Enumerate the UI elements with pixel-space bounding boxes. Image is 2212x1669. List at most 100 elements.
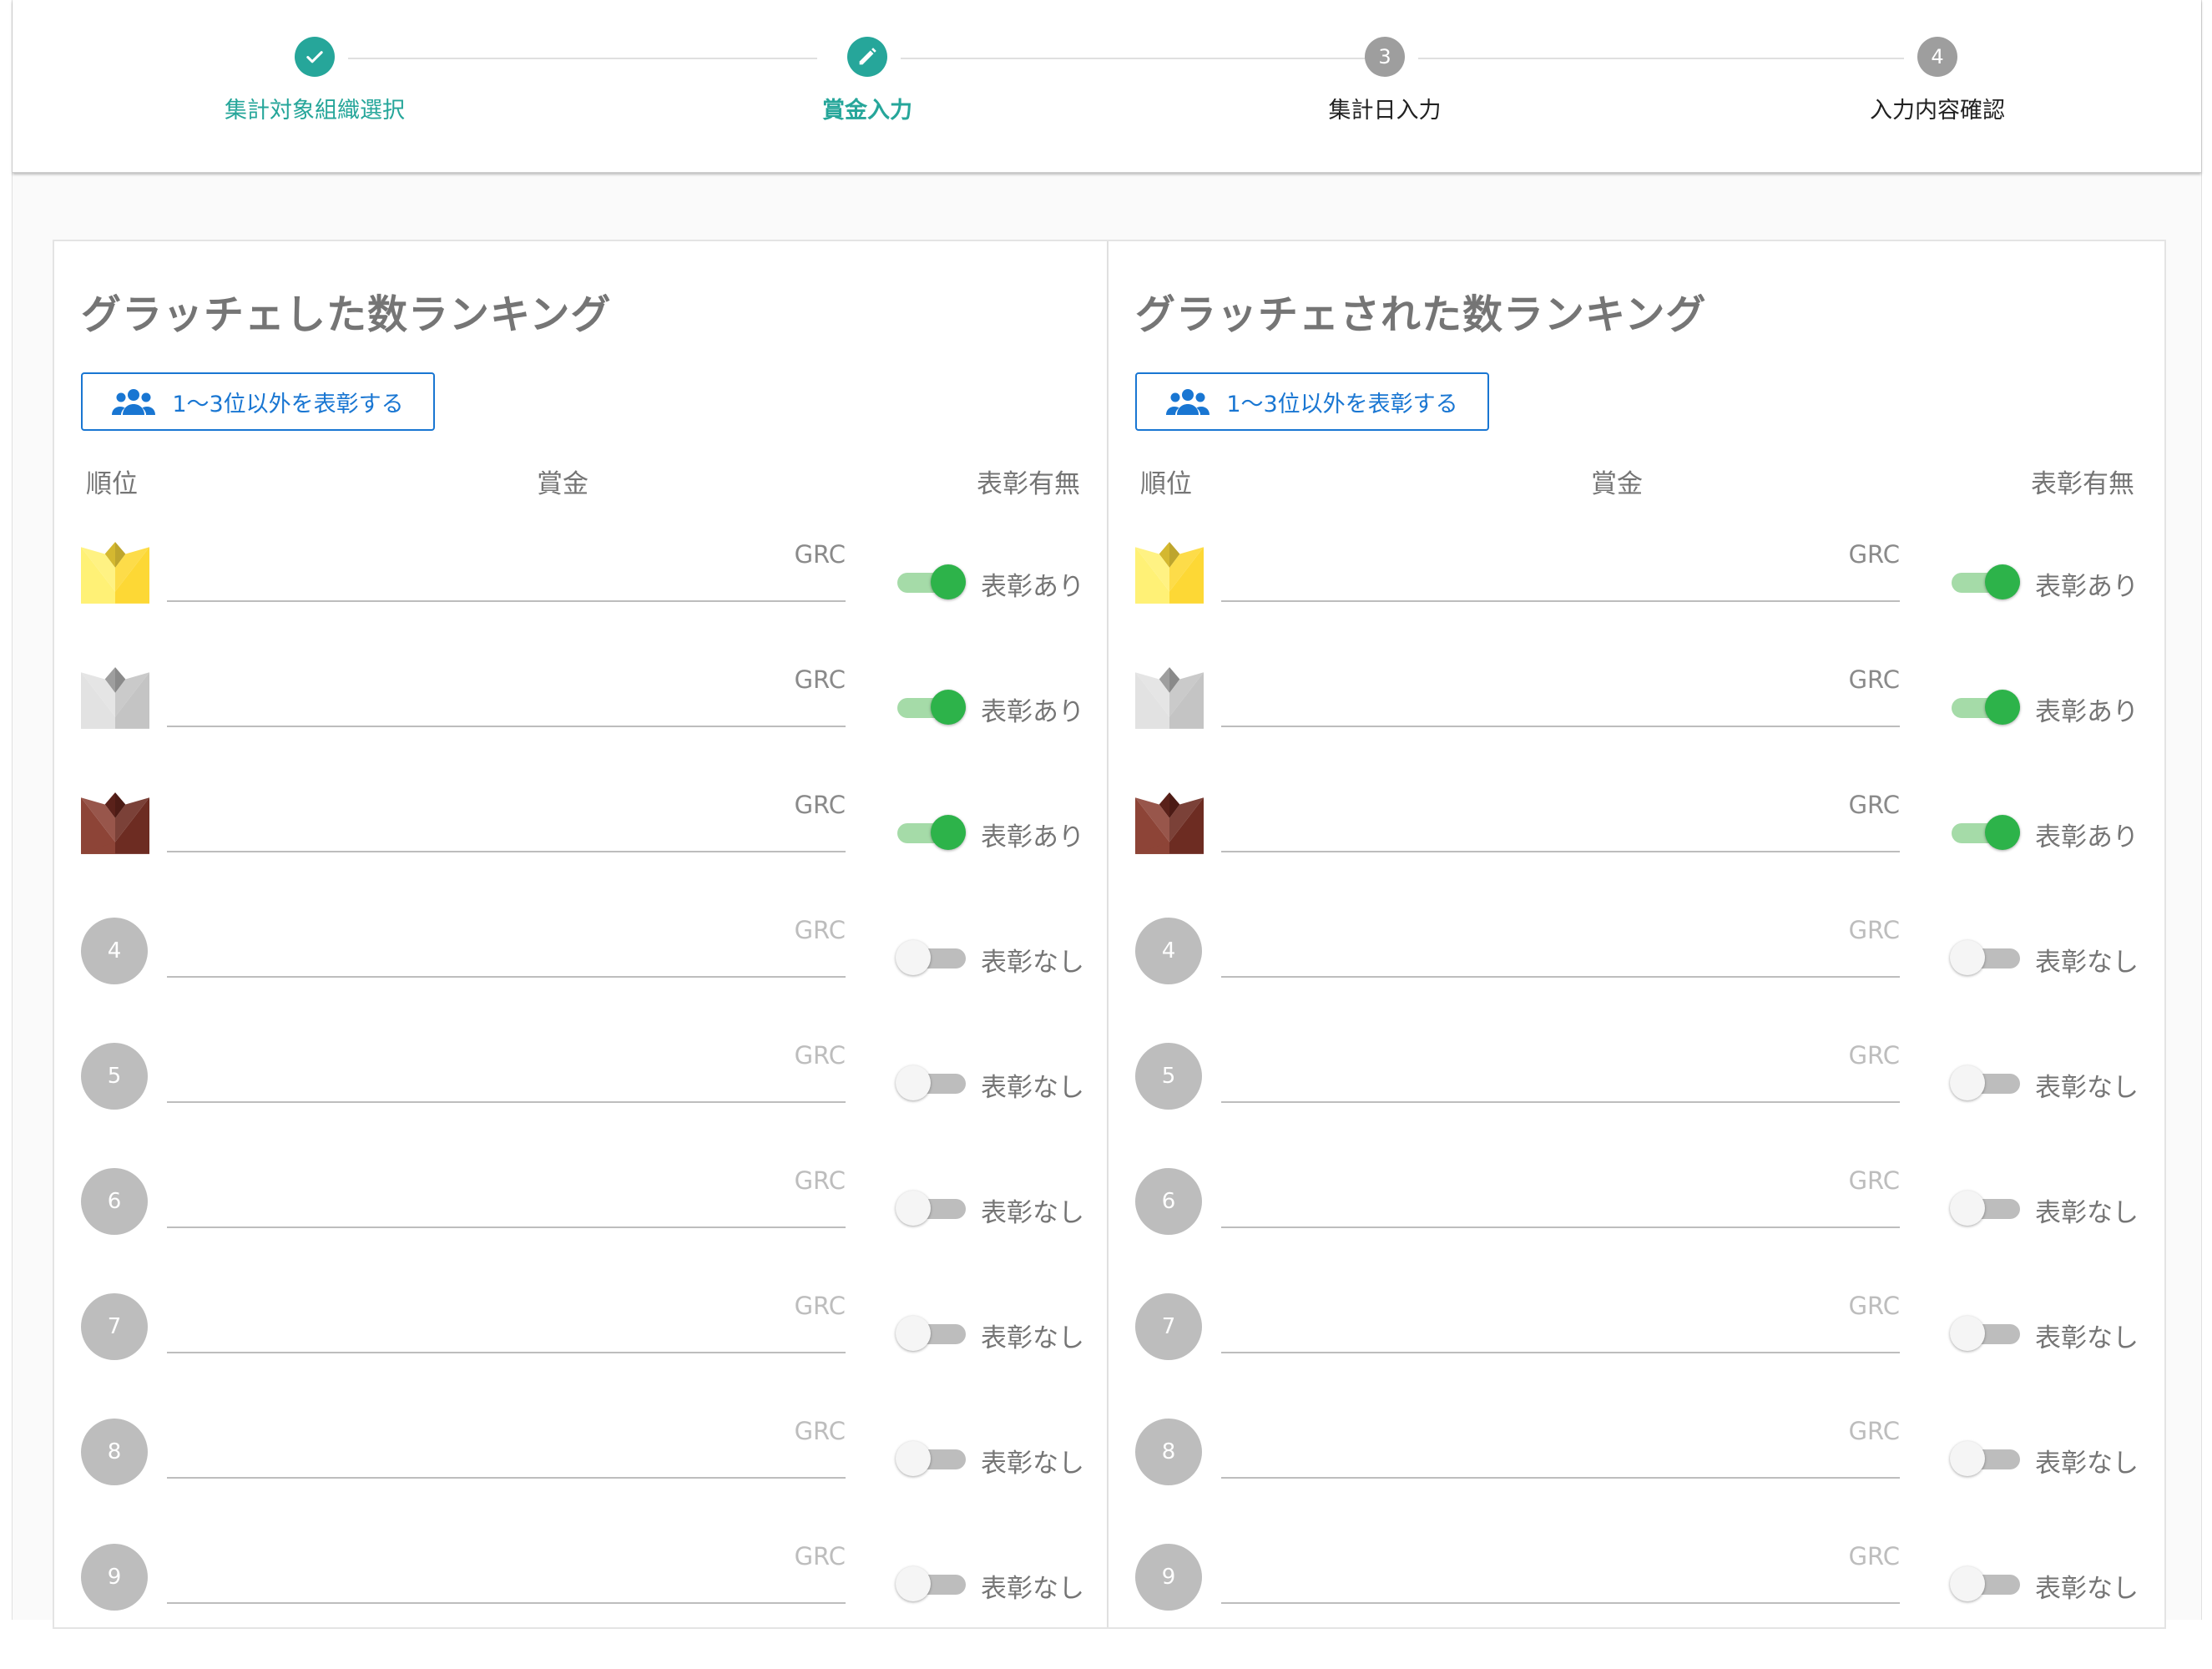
award-toggle[interactable]: [1952, 689, 2020, 726]
step-label: 集計対象組織選択: [225, 98, 405, 124]
prize-field: GRC: [1221, 791, 1900, 852]
prize-input[interactable]: [167, 936, 846, 978]
prize-input[interactable]: [167, 1312, 846, 1353]
ranking-row: 4 GRC 表彰なし: [1109, 916, 2161, 1043]
award-status-label: 表彰なし: [981, 1073, 1084, 1103]
award-status-label: 表彰あり: [2035, 697, 2139, 727]
award-toggle[interactable]: [1952, 564, 2020, 600]
prize-field: GRC: [1221, 1417, 1900, 1479]
award-toggle[interactable]: [1950, 1190, 2020, 1226]
silver-crown-icon: [81, 667, 149, 736]
prize-field: GRC: [167, 665, 846, 727]
step-label: 賞金入力: [822, 98, 912, 124]
prize-input[interactable]: [167, 1437, 846, 1479]
panel-received-ranking: グラッチェされた数ランキング 1〜3位以外を表彰する 順位 賞金 表彰有無 GRC 表彰あり…: [1109, 241, 2161, 1627]
toggle-thumb: [1985, 564, 2020, 599]
prize-input[interactable]: [167, 685, 846, 727]
ranking-row: GRC 表彰あり: [54, 665, 1107, 792]
prize-field: GRC: [167, 1041, 846, 1103]
prize-input[interactable]: [167, 1562, 846, 1604]
toggle-thumb: [1950, 940, 1985, 975]
award-status-label: 表彰なし: [981, 1198, 1084, 1228]
toggle-thumb: [896, 1316, 931, 1351]
award-status-label: 表彰なし: [981, 1449, 1084, 1479]
award-others-button[interactable]: 1〜3位以外を表彰する: [81, 372, 435, 431]
toggle-thumb: [1950, 1191, 1985, 1226]
award-status-label: 表彰なし: [981, 948, 1084, 978]
prize-input[interactable]: [167, 560, 846, 602]
award-toggle[interactable]: [1950, 1440, 2020, 1477]
prize-input[interactable]: [1221, 1186, 1900, 1228]
header-award: 表彰有無: [977, 469, 1080, 499]
award-status-label: 表彰あり: [2035, 572, 2139, 602]
award-toggle[interactable]: [896, 1440, 966, 1477]
toggle-thumb: [896, 1065, 931, 1100]
step-select-organization[interactable]: 集計対象組織選択: [148, 37, 482, 124]
prize-input[interactable]: [1221, 1061, 1900, 1103]
header-prize: 賞金: [537, 469, 588, 499]
prize-input[interactable]: [1221, 1312, 1900, 1353]
ranking-row: GRC 表彰あり: [1109, 540, 2161, 667]
step-date-input[interactable]: 3 集計日入力: [1218, 37, 1552, 124]
prize-field: GRC: [1221, 916, 1900, 978]
gold-crown-icon: [81, 542, 149, 610]
step-confirm[interactable]: 4 入力内容確認: [1770, 37, 2104, 124]
award-toggle[interactable]: [1950, 939, 2020, 976]
bronze-crown-icon: [1135, 792, 1204, 861]
award-others-button[interactable]: 1〜3位以外を表彰する: [1135, 372, 1489, 431]
award-toggle[interactable]: [1950, 1065, 2020, 1101]
award-toggle[interactable]: [896, 939, 966, 976]
award-status-label: 表彰あり: [2035, 822, 2139, 852]
panel-title: グラッチェされた数ランキング: [1135, 291, 1707, 338]
prize-field: GRC: [1221, 1166, 1900, 1228]
award-toggle[interactable]: [896, 1190, 966, 1226]
page: 集計対象組織選択 賞金入力 3 集計日入力 4 入力内容確認 グラッチェした数ラ…: [12, 0, 2202, 1629]
prize-input[interactable]: [1221, 1562, 1900, 1604]
prize-input[interactable]: [1221, 811, 1900, 852]
rank-number: 5: [81, 1043, 148, 1110]
award-toggle[interactable]: [1950, 1565, 2020, 1602]
ranking-row: 6 GRC 表彰なし: [1109, 1166, 2161, 1293]
toggle-thumb: [931, 564, 966, 599]
people-icon: [1166, 387, 1210, 416]
prize-input[interactable]: [167, 1061, 846, 1103]
header-prize: 賞金: [1591, 469, 1643, 499]
prize-input[interactable]: [167, 811, 846, 852]
award-toggle[interactable]: [1952, 814, 2020, 851]
award-toggle[interactable]: [897, 564, 966, 600]
prize-field: GRC: [167, 1166, 846, 1228]
prize-input[interactable]: [1221, 936, 1900, 978]
prize-field: GRC: [167, 916, 846, 978]
award-toggle[interactable]: [897, 814, 966, 851]
prize-field: GRC: [1221, 1542, 1900, 1604]
rank-number: 6: [81, 1168, 148, 1235]
prize-input[interactable]: [1221, 1437, 1900, 1479]
prize-input[interactable]: [1221, 685, 1900, 727]
prize-field: GRC: [1221, 1041, 1900, 1103]
ranking-row: 5 GRC 表彰なし: [1109, 1041, 2161, 1168]
gold-crown-icon: [1135, 542, 1204, 610]
ranking-row: 8 GRC 表彰なし: [1109, 1417, 2161, 1544]
rank-number: 4: [1135, 918, 1202, 984]
award-toggle[interactable]: [1950, 1315, 2020, 1352]
prize-field: GRC: [1221, 665, 1900, 727]
award-toggle[interactable]: [897, 689, 966, 726]
rank-number: 9: [81, 1544, 148, 1611]
award-toggle[interactable]: [896, 1315, 966, 1352]
ranking-row: 9 GRC 表彰なし: [54, 1542, 1107, 1669]
prize-field: GRC: [1221, 540, 1900, 602]
step-prize-input[interactable]: 賞金入力: [700, 37, 1034, 124]
prize-input[interactable]: [1221, 560, 1900, 602]
header-rank: 順位: [1140, 469, 1192, 499]
rank-number: 9: [1135, 1544, 1202, 1611]
toggle-thumb: [1950, 1316, 1985, 1351]
rank-number: 4: [81, 918, 148, 984]
award-status-label: 表彰なし: [981, 1323, 1084, 1353]
pencil-icon: [847, 37, 887, 77]
ranking-row: GRC 表彰あり: [1109, 791, 2161, 918]
award-toggle[interactable]: [896, 1565, 966, 1602]
award-toggle[interactable]: [896, 1065, 966, 1101]
prize-input[interactable]: [167, 1186, 846, 1228]
toggle-thumb: [1985, 690, 2020, 725]
award-others-label: 1〜3位以外を表彰する: [1226, 391, 1458, 417]
